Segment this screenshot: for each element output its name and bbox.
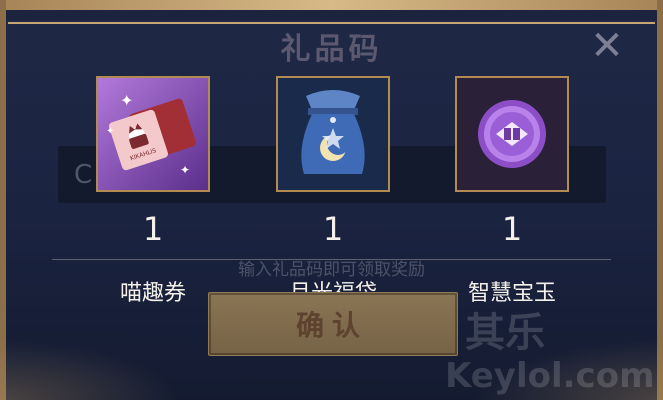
close-button[interactable]: ✕ [585, 24, 629, 68]
cat-ticket-icon: KIKAHLIS ✦ ✦ ✦ [98, 78, 208, 190]
moonlight-bag-icon [278, 78, 388, 190]
gift-code-input-value: C [74, 160, 93, 190]
reward-item-card-2 [276, 76, 390, 192]
hint-text: 输入礼品码即可领取奖励 [238, 260, 425, 280]
reward-item-qty-3: 1 [501, 210, 523, 248]
frame-top-band [0, 10, 663, 20]
wisdom-orb-icon [457, 78, 567, 190]
svg-text:✦: ✦ [120, 91, 133, 110]
svg-text:✦: ✦ [106, 126, 114, 137]
reward-item-card-1: KIKAHLIS ✦ ✦ ✦ [96, 76, 210, 192]
watermark-en: Keylol.com [445, 356, 655, 396]
frame-top-border [0, 0, 663, 10]
reward-item-card-3 [455, 76, 569, 192]
confirm-button-label: 确认 [295, 309, 368, 342]
reward-item-qty-1: 1 [142, 210, 164, 248]
bottom-left-ornament [0, 340, 180, 400]
reward-item-qty-2: 1 [322, 210, 344, 248]
watermark-cn: 其乐 [465, 310, 545, 356]
dialog-title: 礼品码 [280, 32, 383, 67]
svg-text:✦: ✦ [180, 163, 190, 177]
close-icon: ✕ [590, 23, 624, 69]
